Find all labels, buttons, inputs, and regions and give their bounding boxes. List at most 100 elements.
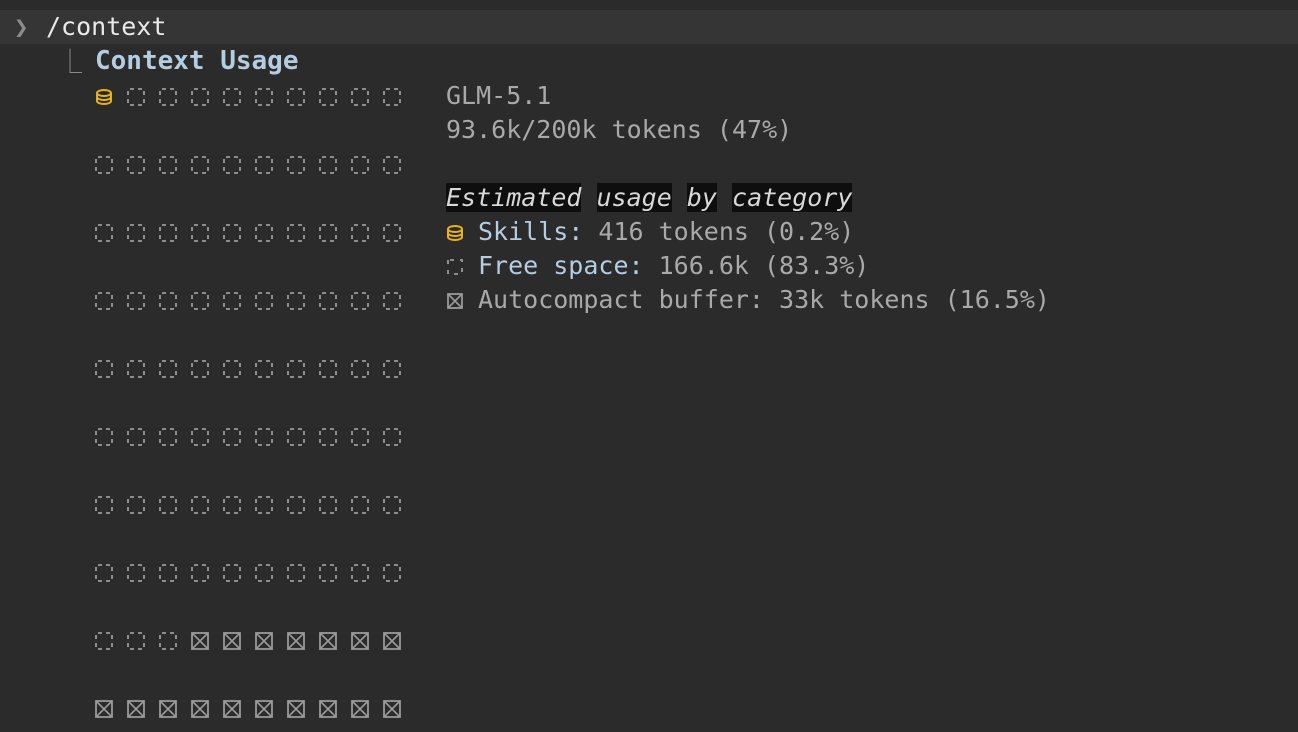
buffer-cell	[319, 700, 337, 718]
free-cell	[223, 564, 241, 582]
free-cell	[383, 156, 401, 174]
free-cell	[191, 88, 209, 106]
free-cell	[287, 224, 305, 242]
free-cell	[95, 564, 113, 582]
free-cell	[255, 88, 273, 106]
free-cell	[159, 632, 177, 650]
model-name: GLM-5.1	[446, 81, 552, 110]
free-cell	[127, 564, 145, 582]
buffer-cell	[319, 632, 337, 650]
tree-branch-glyph: ⎿	[58, 48, 82, 76]
free-cell	[319, 428, 337, 446]
free-cell	[287, 360, 305, 378]
free-cell	[287, 88, 305, 106]
coin-stack-icon	[447, 225, 463, 241]
buffer-cell	[255, 632, 273, 650]
free-cell	[255, 292, 273, 310]
free-cell	[159, 292, 177, 310]
free-cell	[383, 360, 401, 378]
free-cell	[287, 564, 305, 582]
buffer-cell	[223, 700, 241, 718]
skills-cell	[96, 89, 112, 105]
free-cell	[223, 428, 241, 446]
free-cell	[223, 156, 241, 174]
free-cell	[287, 428, 305, 446]
free-cell	[223, 496, 241, 514]
skills-row: Skills: 416 tokens (0.2%)	[446, 215, 854, 249]
free-cell	[127, 496, 145, 514]
free-cell	[351, 496, 369, 514]
free-cell	[319, 360, 337, 378]
buffer-label: Autocompact buffer:	[478, 285, 764, 314]
free-cell	[127, 292, 145, 310]
free-cell	[95, 632, 113, 650]
free-cell	[223, 224, 241, 242]
free-cell	[159, 224, 177, 242]
free-cell	[127, 224, 145, 242]
free-cell	[319, 496, 337, 514]
free-cell	[95, 292, 113, 310]
free-cell	[191, 428, 209, 446]
buffer-cell	[383, 632, 401, 650]
free-cell	[95, 428, 113, 446]
free-cell	[127, 156, 145, 174]
free-cell	[351, 156, 369, 174]
skills-value: 416 tokens (0.2%)	[583, 217, 855, 246]
free-cell	[159, 360, 177, 378]
terminal-window: ❯ /context ⎿ Context Usage GLM-5.1 93.6k…	[0, 0, 1298, 732]
command-bar	[0, 10, 1298, 44]
free-cell	[255, 496, 273, 514]
free-cell	[127, 88, 145, 106]
buffer-cell	[255, 700, 273, 718]
context-usage-title: Context Usage	[95, 46, 299, 76]
free-cell	[95, 360, 113, 378]
free-cell	[351, 292, 369, 310]
buffer-cell	[191, 700, 209, 718]
token-usage: 93.6k/200k tokens (47%)	[446, 115, 793, 144]
free-cell	[191, 224, 209, 242]
free-cell	[191, 156, 209, 174]
command-text: /context	[46, 12, 167, 41]
free-cell	[159, 496, 177, 514]
free-cell	[159, 564, 177, 582]
free-cell	[351, 564, 369, 582]
buffer-cell	[223, 632, 241, 650]
free-cell	[255, 564, 273, 582]
free-cell	[159, 156, 177, 174]
free-cell	[319, 156, 337, 174]
free-cell	[159, 428, 177, 446]
buffer-cell	[127, 700, 145, 718]
free-cell	[319, 564, 337, 582]
prompt-chevron: ❯	[14, 13, 29, 41]
free-cell	[383, 88, 401, 106]
free-cell	[255, 224, 273, 242]
free-cell	[351, 428, 369, 446]
buffer-cell	[351, 632, 369, 650]
heading-word: usage	[596, 183, 672, 212]
free-cell	[287, 496, 305, 514]
heading-word: category	[732, 183, 853, 212]
free-cell	[159, 88, 177, 106]
free-cell	[383, 564, 401, 582]
free-space-row: Free space: 166.6k (83.3%)	[446, 249, 869, 283]
skills-label: Skills:	[478, 217, 584, 246]
free-cell	[255, 428, 273, 446]
free-cell	[95, 156, 113, 174]
free-cell	[223, 360, 241, 378]
free-cell	[319, 292, 337, 310]
free-cell	[255, 156, 273, 174]
heading-word: by	[686, 183, 717, 212]
free-cell-icon	[447, 259, 463, 275]
free-cell	[191, 564, 209, 582]
free-cell	[351, 224, 369, 242]
buffer-cell	[191, 632, 209, 650]
free-cell	[383, 428, 401, 446]
free-cell	[223, 292, 241, 310]
free-cell	[287, 292, 305, 310]
free-cell	[127, 632, 145, 650]
free-cell	[95, 224, 113, 242]
buffer-value: 33k tokens (16.5%)	[763, 285, 1050, 314]
free-space-label: Free space:	[478, 251, 644, 280]
free-cell	[95, 496, 113, 514]
free-cell	[351, 88, 369, 106]
